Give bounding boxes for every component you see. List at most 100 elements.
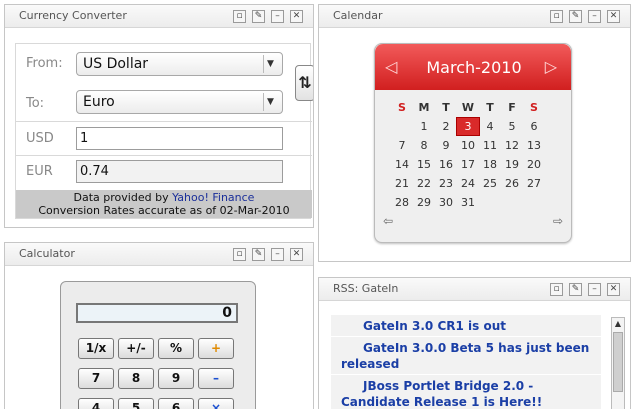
calendar-day[interactable]: 26 [501,175,523,192]
calendar-day[interactable]: 20 [523,156,545,173]
edit-icon[interactable]: ✎ [569,283,582,296]
window-controls: ▫ ✎ – ✕ [550,283,620,296]
calendar-day[interactable]: 6 [523,118,545,135]
calculator-key[interactable]: % [158,338,194,359]
close-icon[interactable]: ✕ [290,248,303,261]
calendar-day[interactable]: 30 [435,194,457,211]
minimize-icon[interactable]: – [588,283,601,296]
rss-item-link[interactable]: JBoss Portlet Bridge 2.0 - Candidate Rel… [341,379,542,409]
calendar-day[interactable]: 18 [479,156,501,173]
calendar-day[interactable]: 19 [501,156,523,173]
currency-converter-portlet: Currency Converter ▫ ✎ – ✕ From: US Doll… [4,4,314,228]
calculator-key[interactable]: + [198,338,234,359]
calendar-day[interactable]: 23 [435,175,457,192]
minimize-icon[interactable]: – [588,10,601,23]
restore-icon[interactable]: ▫ [550,10,563,23]
calendar-empty-cell [501,194,523,211]
calendar-day[interactable]: 8 [413,137,435,154]
target-currency-code: EUR [26,164,53,179]
month-label: March-2010 [426,58,522,77]
scroll-thumb[interactable] [613,332,623,392]
calendar-day[interactable]: 31 [457,194,479,211]
minimize-icon[interactable]: – [271,10,284,23]
calculator-body: 0 1/x +/-% +7 8 9– 4 5 6 × [60,281,256,409]
calculator-key[interactable]: × [198,398,234,409]
rss-item[interactable]: GateIn 3.0.0 Beta 5 has just been releas… [331,337,601,375]
edit-icon[interactable]: ✎ [252,248,265,261]
calendar-portlet: Calendar ▫ ✎ – ✕ ◁ March-2010 ▷ SMTWTFS1… [318,4,631,262]
calendar-day[interactable]: 16 [435,156,457,173]
weekday-label: W [461,101,475,114]
calendar-day[interactable]: 21 [391,175,413,192]
calendar-header: ◁ March-2010 ▷ [375,44,571,90]
calendar-day[interactable]: 4 [479,118,501,135]
rss-scrollbar[interactable]: ▲ [611,317,625,409]
next-month-icon[interactable]: ▷ [545,57,557,76]
calculator-key[interactable]: 5 [118,398,154,409]
restore-icon[interactable]: ▫ [233,248,246,261]
edit-icon[interactable]: ✎ [252,10,265,23]
calendar-day[interactable]: 24 [457,175,479,192]
divider [16,121,312,122]
scroll-up-icon[interactable]: ▲ [612,318,624,330]
calendar-day[interactable]: 1 [413,118,435,135]
to-currency-select[interactable]: Euro ▼ [76,90,283,114]
calendar-day[interactable]: 5 [501,118,523,135]
calendar-day[interactable]: 12 [501,137,523,154]
calendar-day[interactable]: 22 [413,175,435,192]
weekday-label: S [398,101,406,114]
calculator-key[interactable]: 6 [158,398,194,409]
calendar-day[interactable]: 28 [391,194,413,211]
edit-icon[interactable]: ✎ [569,10,582,23]
calendar-day[interactable]: 17 [457,156,479,173]
calendar-day[interactable]: 9 [435,137,457,154]
close-icon[interactable]: ✕ [290,10,303,23]
swap-currencies-button[interactable]: ⇅ [295,65,313,101]
from-currency-select[interactable]: US Dollar ▼ [76,52,283,76]
calendar-day[interactable]: 3 [456,117,480,136]
restore-icon[interactable]: ▫ [550,283,563,296]
close-icon[interactable]: ✕ [607,283,620,296]
calendar-day[interactable]: 2 [435,118,457,135]
chevron-down-icon: ▼ [263,55,277,73]
calculator-key[interactable]: 4 [78,398,114,409]
rss-item[interactable]: JBoss Portlet Bridge 2.0 - Candidate Rel… [331,375,601,409]
to-label: To: [26,96,45,111]
scroll-left-icon[interactable]: ⇦ [383,214,393,228]
calendar-day[interactable]: 10 [457,137,479,154]
calendar-empty-cell [523,194,545,211]
portlet-title: Calendar [333,9,383,22]
restore-icon[interactable]: ▫ [233,10,246,23]
calendar-day[interactable]: 7 [391,137,413,154]
calendar-day[interactable]: 29 [413,194,435,211]
calendar-day[interactable]: 11 [479,137,501,154]
provider-link[interactable]: Yahoo! Finance [172,191,254,204]
portlet-header: Calendar ▫ ✎ – ✕ [319,5,630,28]
divider [16,155,312,156]
calendar-day[interactable]: 13 [523,137,545,154]
week-row: 28 29 30 31 [391,194,545,213]
week-row: 123456 [391,117,545,137]
calendar-day[interactable]: 14 [391,156,413,173]
weekday-label: T [442,101,450,114]
minimize-icon[interactable]: – [271,248,284,261]
calculator-key[interactable]: 1/x [78,338,114,359]
calculator-key[interactable]: 9 [158,368,194,389]
source-amount-input[interactable]: 1 [76,127,283,150]
calendar-day[interactable]: 25 [479,175,501,192]
scroll-right-icon[interactable]: ⇨ [553,214,563,228]
calculator-key[interactable]: +/- [118,338,154,359]
week-row: 7 8 9 10 11 12 13 [391,137,545,156]
rss-item-link[interactable]: GateIn 3.0 CR1 is out [363,319,506,333]
calculator-key[interactable]: – [198,368,234,389]
portlet-title: Calculator [19,247,75,260]
close-icon[interactable]: ✕ [607,10,620,23]
source-currency-code: USD [26,131,54,146]
calculator-key[interactable]: 8 [118,368,154,389]
calendar-day[interactable]: 27 [523,175,545,192]
footer-prefix: Data provided by [73,191,173,204]
rss-item[interactable]: GateIn 3.0 CR1 is out [331,315,601,337]
calendar-day[interactable]: 15 [413,156,435,173]
calculator-key[interactable]: 7 [78,368,114,389]
rss-item-link[interactable]: GateIn 3.0.0 Beta 5 has just been releas… [341,341,589,371]
